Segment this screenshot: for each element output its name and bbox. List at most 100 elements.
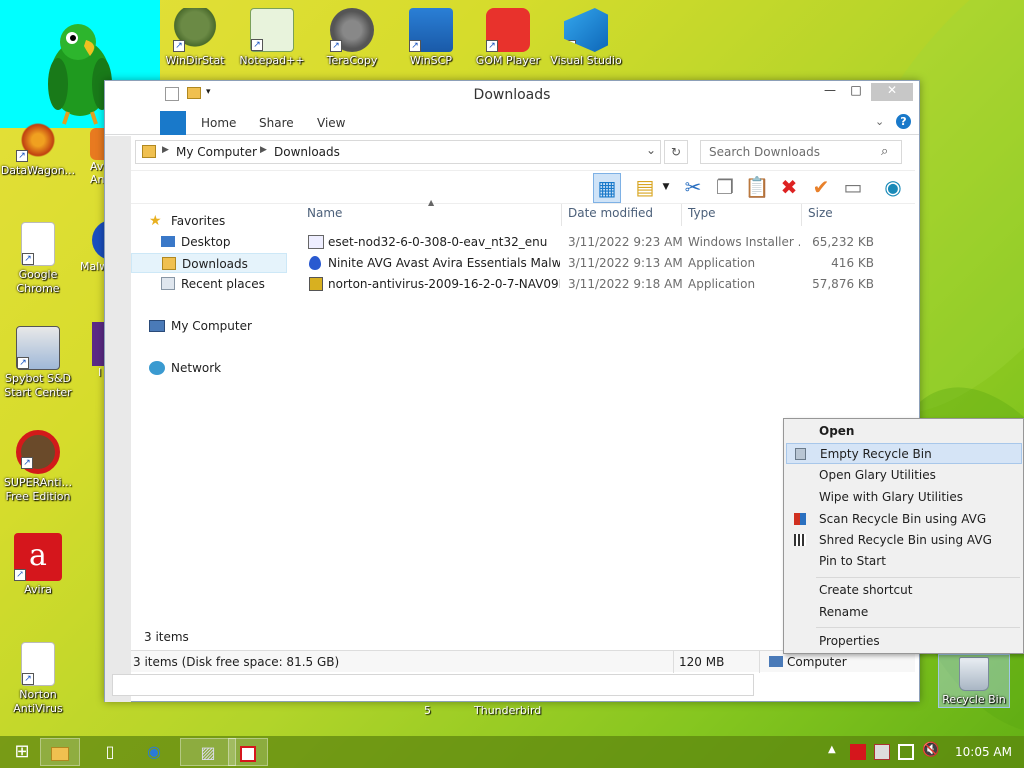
column-header-date[interactable]: Date modified xyxy=(568,206,653,220)
desktop-label-thunderbird[interactable]: Thunderbird xyxy=(474,704,541,717)
search-icon[interactable]: ⌕ xyxy=(881,144,888,159)
tab-home[interactable]: Home xyxy=(201,116,236,130)
column-header-size[interactable]: Size xyxy=(808,206,833,220)
tray-volume-icon[interactable]: 🔇 xyxy=(922,742,939,758)
file-explorer-icon[interactable] xyxy=(40,738,80,766)
column-divider xyxy=(681,204,682,226)
cut-icon[interactable]: ✂ xyxy=(679,173,707,203)
menu-item-scan-avg[interactable]: Scan Recycle Bin using AVG xyxy=(786,509,1022,530)
search-box[interactable]: Search Downloads ⌕ xyxy=(700,140,902,164)
breadcrumb-my-computer[interactable]: My Computer xyxy=(176,145,257,159)
desktop-icon-partial[interactable]: Av An xyxy=(90,128,104,188)
tray-expand-icon[interactable]: ▲ xyxy=(828,744,836,755)
recycle-bin-icon xyxy=(959,657,989,691)
tab-view[interactable]: View xyxy=(317,116,345,130)
nav-my-computer[interactable]: My Computer xyxy=(131,316,287,336)
search-input[interactable]: Search Downloads xyxy=(709,145,820,159)
nav-downloads[interactable]: Downloads xyxy=(131,253,287,273)
vscode-icon: ↗ xyxy=(564,8,608,52)
ribbon-expand-icon[interactable]: ⌄ xyxy=(875,115,884,128)
shortcut-arrow-icon: ↗ xyxy=(251,39,263,51)
menu-item-empty-recycle-bin[interactable]: Empty Recycle Bin xyxy=(786,443,1022,464)
preview-pane-icon[interactable]: ▦ xyxy=(593,173,621,203)
paste-icon[interactable]: 📋 xyxy=(743,173,771,203)
address-bar[interactable]: ▶ My Computer ▶ Downloads ⌄ xyxy=(135,140,661,164)
tray-avira-icon[interactable] xyxy=(850,744,866,760)
column-header-type[interactable]: Type xyxy=(688,206,716,220)
copy-icon[interactable]: ❐ xyxy=(711,173,739,203)
nav-network[interactable]: Network xyxy=(131,358,287,378)
folder-location-icon xyxy=(142,145,156,158)
nav-recent-places[interactable]: Recent places xyxy=(131,274,287,294)
tray-network-icon[interactable] xyxy=(898,744,914,760)
menu-item-open-glary[interactable]: Open Glary Utilities xyxy=(786,465,1022,486)
shortcut-arrow-icon: ↗ xyxy=(17,357,29,369)
desktop-icon-winscp[interactable]: ↗ WinSCP xyxy=(391,8,471,68)
clock[interactable]: 10:05 AM xyxy=(955,745,1012,759)
desktop-icon-partial[interactable]: Malw xyxy=(80,220,104,290)
address-dropdown-icon[interactable]: ⌄ xyxy=(646,143,656,157)
menu-item-create-shortcut[interactable]: Create shortcut xyxy=(786,580,1022,601)
notepad-plus-plus-icon: ↗ xyxy=(250,8,294,52)
close-button[interactable]: ✕ xyxy=(871,83,913,101)
desktop-icon-norton[interactable]: ↗ Norton AntiVirus xyxy=(0,642,78,716)
start-icon[interactable]: ⊞ xyxy=(2,738,42,766)
tab-share[interactable]: Share xyxy=(259,116,294,130)
datawagon-icon: ↗ xyxy=(16,118,60,162)
desktop-icon-avira[interactable]: a ↗ Avira xyxy=(0,533,78,597)
toolbar: ▦ ▤ ▼ ✂ ❐ 📋 ✖ ✔ ▭ ◉ xyxy=(131,170,915,204)
shell-globe-icon[interactable]: ◉ xyxy=(879,173,907,203)
context-menu: Open Empty Recycle Bin Open Glary Utilit… xyxy=(783,418,1024,654)
msi-installer-icon xyxy=(308,235,324,249)
desktop-icon-superantispyware[interactable]: ↗ SUPERAnti... Free Edition xyxy=(0,430,78,504)
delete-icon[interactable]: ✖ xyxy=(775,173,803,203)
maximize-button[interactable]: □ xyxy=(847,83,865,101)
breadcrumb-chevron-icon[interactable]: ▶ xyxy=(162,145,169,155)
minimize-button[interactable]: — xyxy=(821,83,839,101)
shortcut-arrow-icon: ↗ xyxy=(173,40,185,52)
desktop-icon-teracopy[interactable]: ↗ TeraCopy xyxy=(312,8,392,68)
properties-icon[interactable]: ▭ xyxy=(839,173,867,203)
desktop-icon-google-chrome[interactable]: ↗ Google Chrome xyxy=(0,222,78,296)
menu-item-wipe-glary[interactable]: Wipe with Glary Utilities xyxy=(786,487,1022,508)
downloads-folder-icon xyxy=(162,257,176,270)
menu-item-pin-to-start[interactable]: Pin to Start xyxy=(786,551,1022,572)
file-row[interactable]: Ninite AVG Avast Avira Essentials Malwar… xyxy=(300,253,880,273)
refresh-button[interactable]: ↻ xyxy=(664,140,688,164)
window-title: Downloads xyxy=(473,87,551,103)
document-icon[interactable]: ▯ xyxy=(90,738,130,766)
file-row[interactable]: eset-nod32-6-0-308-0-eav_nt32_enu 3/11/2… xyxy=(300,232,880,252)
desktop-icon-gom-player[interactable]: ↗ GOM Player xyxy=(468,8,548,68)
file-tab[interactable] xyxy=(160,111,186,135)
menu-item-properties[interactable]: Properties xyxy=(786,631,1022,652)
status-size: 120 MB xyxy=(679,655,725,669)
desktop-icon-vscode[interactable]: ↗ Visual Studio xyxy=(546,8,626,68)
desktop-icon-datawagon[interactable]: ↗ DataWagon... xyxy=(0,118,78,178)
file-row[interactable]: norton-antivirus-2009-16-2-0-7-NAV09EN 3… xyxy=(300,274,880,294)
computer-icon xyxy=(149,320,165,332)
help-icon[interactable]: ? xyxy=(896,114,911,129)
breadcrumb-downloads[interactable]: Downloads xyxy=(274,145,340,159)
view-dropdown-icon[interactable]: ▼ xyxy=(659,173,673,203)
windirstat-tree-icon: ↗ xyxy=(173,8,217,52)
desktop-icon-recycle-bin[interactable]: Recycle Bin xyxy=(938,654,1010,708)
globe-icon[interactable]: ◉ xyxy=(134,738,174,766)
nav-favorites[interactable]: ★ Favorites xyxy=(131,211,287,231)
desktop-icon-spybot[interactable]: ↗ Spybot S&D Start Center xyxy=(0,326,78,400)
desktop-icon-windirstat[interactable]: ↗ WinDirStat xyxy=(155,8,235,68)
tray-security-icon[interactable] xyxy=(874,744,890,760)
desktop-icon-notepadpp[interactable]: ↗ Notepad++ xyxy=(232,8,312,68)
blank-document-icon: ↗ xyxy=(21,642,55,686)
desktop-icon-partial[interactable]: I xyxy=(92,322,104,392)
breadcrumb-chevron-icon[interactable]: ▶ xyxy=(260,145,267,155)
folder-checklist-icon[interactable]: ▤ xyxy=(631,173,659,203)
column-header-name[interactable]: Name xyxy=(307,206,342,220)
title-bar[interactable]: ▾ Downloads — □ ✕ xyxy=(105,81,919,109)
menu-item-open[interactable]: Open xyxy=(786,421,1022,442)
status-location: Computer xyxy=(787,655,847,669)
menu-item-shred-avg[interactable]: Shred Recycle Bin using AVG xyxy=(786,530,1022,551)
nav-desktop[interactable]: Desktop xyxy=(131,232,287,252)
select-check-icon[interactable]: ✔ xyxy=(807,173,835,203)
menu-item-rename[interactable]: Rename xyxy=(786,602,1022,623)
avira-taskbar-icon[interactable] xyxy=(228,738,268,766)
